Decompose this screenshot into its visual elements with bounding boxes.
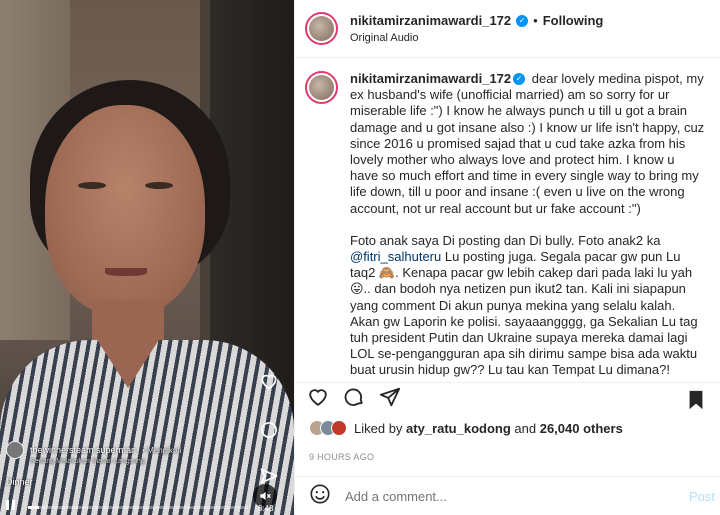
caption-text-2a: Foto anak saya Di posting dan Di bully. … bbox=[350, 232, 661, 248]
caption-text-1: dear lovely medina pispot, my ex husband… bbox=[350, 71, 705, 216]
likes-middle: and bbox=[510, 420, 540, 436]
likes-text: Liked by aty_ratu_kodong and 26,040 othe… bbox=[354, 421, 623, 436]
header-separator: • bbox=[533, 13, 538, 28]
following-button[interactable]: Following bbox=[543, 13, 604, 28]
live-broadcast-status: Sedang Melakukan Siaran Langsung bbox=[30, 458, 145, 465]
emoji-icon[interactable] bbox=[309, 483, 331, 510]
caption: nikitamirzanimawardi_172 ✓ dear lovely me… bbox=[305, 71, 709, 377]
caption-paragraph-2: Foto anak saya Di posting dan Di bully. … bbox=[350, 233, 705, 377]
video-person-mouth bbox=[105, 268, 147, 276]
author-avatar[interactable] bbox=[305, 12, 338, 45]
liker-avatar-3[interactable] bbox=[331, 420, 347, 436]
share-icon[interactable] bbox=[379, 386, 401, 413]
caption-author-avatar[interactable] bbox=[305, 71, 338, 104]
liker-username[interactable]: aty_ratu_kodong bbox=[406, 421, 511, 436]
comment-icon[interactable] bbox=[343, 386, 365, 413]
post-panel: nikitamirzanimawardi_172 ✓ • Following O… bbox=[294, 0, 720, 515]
video-heart-icon[interactable] bbox=[258, 370, 280, 392]
video-progress-bar[interactable] bbox=[28, 506, 248, 509]
likes-count[interactable]: 26,040 others bbox=[540, 421, 623, 436]
caption-username[interactable]: nikitamirzanimawardi_172 bbox=[350, 71, 511, 86]
pause-icon[interactable] bbox=[6, 500, 20, 514]
post-actions bbox=[295, 382, 720, 416]
audio-label[interactable]: Original Audio bbox=[350, 32, 603, 44]
caption-verified-badge-icon: ✓ bbox=[513, 72, 526, 85]
caption-mention-link[interactable]: @fitri_salhuteru bbox=[350, 249, 441, 264]
reel-video[interactable]: thewinnersteam.superman • Mengikuti Seda… bbox=[0, 0, 294, 515]
video-caption: Dinner bbox=[6, 477, 33, 487]
like-icon[interactable] bbox=[307, 386, 329, 413]
bookmark-icon[interactable] bbox=[685, 389, 707, 416]
verified-badge-icon: ✓ bbox=[516, 14, 529, 27]
video-comment-icon[interactable] bbox=[258, 419, 280, 441]
post-comment-button[interactable]: Post bbox=[689, 489, 715, 504]
video-person-eye-right bbox=[145, 182, 173, 189]
live-user-avatar[interactable] bbox=[6, 441, 24, 459]
video-person-striped-shirt bbox=[0, 340, 294, 515]
comment-bar: Post bbox=[295, 476, 720, 515]
caption-scroll-area[interactable]: nikitamirzanimawardi_172 ✓ dear lovely me… bbox=[295, 59, 720, 377]
live-username[interactable]: thewinnersteam.superman bbox=[30, 445, 136, 455]
video-person-eye-left bbox=[78, 182, 106, 189]
video-progress-fill bbox=[28, 506, 39, 509]
post-header: nikitamirzanimawardi_172 ✓ • Following O… bbox=[295, 0, 720, 58]
caption-text-2b: Lu posting juga. Segala pacar gw pun Lu … bbox=[350, 249, 698, 377]
likes-row[interactable]: Liked by aty_ratu_kodong and 26,040 othe… bbox=[309, 420, 623, 436]
comment-input[interactable] bbox=[345, 488, 665, 504]
likes-prefix: Liked by bbox=[354, 420, 407, 436]
caption-paragraph-1: nikitamirzanimawardi_172 ✓ dear lovely me… bbox=[350, 71, 705, 217]
video-person-face bbox=[45, 105, 205, 315]
video-timecode: 0:43 bbox=[258, 504, 274, 513]
live-user-row[interactable]: thewinnersteam.superman • Mengikuti bbox=[6, 441, 181, 459]
author-username[interactable]: nikitamirzanimawardi_172 bbox=[350, 13, 511, 28]
live-follow-status: • Mengikuti bbox=[142, 445, 182, 455]
post-timestamp[interactable]: 9 HOURS AGO bbox=[309, 452, 374, 462]
